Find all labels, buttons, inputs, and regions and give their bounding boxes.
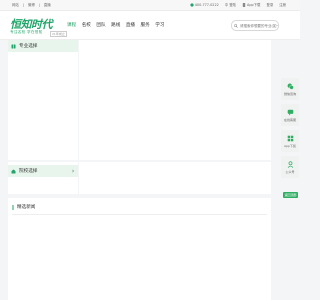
book-icon [11, 44, 16, 48]
topbar-about-link[interactable]: 注册 [279, 0, 286, 10]
sidebar-item-service[interactable]: 在线客服 [281, 104, 299, 126]
school-content-area [79, 162, 271, 194]
chevron-right-icon [72, 169, 75, 173]
topbar-register-link[interactable]: 登录 [266, 0, 273, 10]
nav-item[interactable]: 服务 [141, 22, 150, 28]
title-accent-bar [12, 204, 14, 210]
major-panel [8, 40, 78, 160]
major-content-area [79, 40, 271, 160]
topbar-separator: | [22, 3, 24, 7]
logo-tag: 21年成立 [50, 31, 67, 37]
back-to-top-button[interactable]: 返回顶部 [283, 192, 298, 198]
topbar-app-link[interactable]: App下载 [242, 0, 260, 10]
search-box[interactable] [231, 20, 279, 31]
news-divider [12, 214, 267, 215]
nav-item[interactable]: 名校 [82, 22, 91, 28]
sidebar-item-app[interactable]: App下载 [281, 130, 299, 152]
wechat-icon [287, 83, 294, 90]
mobile-icon [242, 3, 246, 7]
top-utility-bar: 网站 | 微博 | 直播 400-777-0222 中 登陆 App下载 登录 … [0, 0, 300, 11]
chat-icon [287, 109, 293, 116]
school-section-title[interactable]: 院校选择 [8, 165, 78, 177]
nav-item[interactable]: 课程 [67, 22, 76, 28]
school-icon [11, 169, 16, 173]
news-section-title: 精选新闻 [12, 202, 35, 212]
topbar-link-live[interactable]: 直播 [44, 0, 51, 10]
topbar-link-weibo[interactable]: 微博 [28, 0, 35, 10]
main-header: 恒知时代 专注名校 学在恒知 21年成立 课程 名校 团队 路线 直播 服务 学… [0, 11, 300, 40]
major-section-title: 专业选择 [8, 40, 78, 52]
topbar-separator: | [38, 3, 40, 7]
sidebar-item-wechat[interactable]: 微信咨询 [281, 78, 299, 100]
topbar-login-link[interactable]: 中 登陆 [225, 0, 236, 10]
topbar-link-website[interactable]: 网站 [12, 0, 19, 10]
nav-item[interactable]: 路线 [111, 22, 120, 28]
user-icon [287, 160, 293, 168]
sidebar-item-official-account[interactable]: 公众号 [281, 156, 299, 178]
main-nav: 课程 名校 团队 路线 直播 服务 学习 [67, 22, 164, 28]
topbar-phone: 400-777-0222 [190, 0, 219, 10]
nav-item[interactable]: 团队 [96, 22, 105, 28]
app-grid-icon [287, 135, 293, 141]
search-input[interactable] [239, 23, 278, 28]
nav-item[interactable]: 直播 [126, 22, 135, 28]
phone-icon [190, 3, 194, 7]
logo-slogan: 专注名校 学在恒知 [10, 30, 43, 34]
nav-item[interactable]: 学习 [155, 22, 164, 28]
